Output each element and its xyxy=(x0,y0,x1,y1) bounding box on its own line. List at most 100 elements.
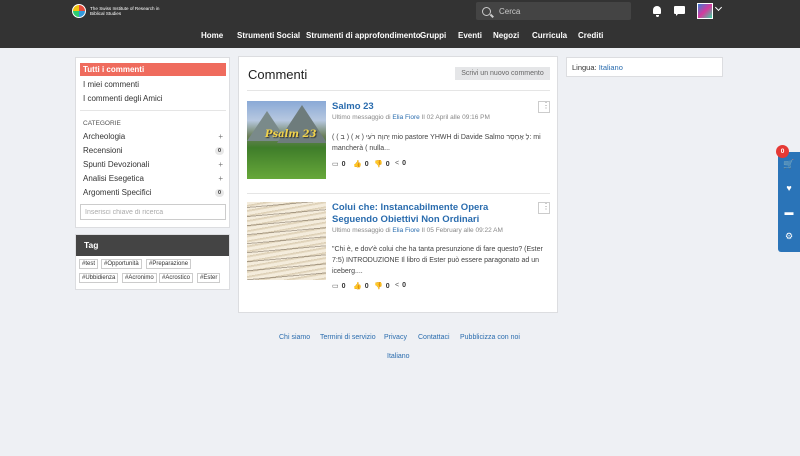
comments-main: Commenti Scrivi un nuovo commento Psalm … xyxy=(238,56,558,313)
category-label: Analisi Esegetica xyxy=(83,174,144,183)
gear-icon[interactable]: ⚙ xyxy=(783,230,795,242)
nav-eventi[interactable]: Eventi xyxy=(458,31,482,40)
dislikes-count: 0 xyxy=(385,160,390,168)
heart-icon[interactable]: ♥ xyxy=(783,182,795,194)
footer-link-contact[interactable]: Contattaci xyxy=(418,334,450,341)
expand-icon[interactable]: + xyxy=(218,160,223,169)
post-thumbnail[interactable] xyxy=(247,202,326,280)
category-argomenti-specifici[interactable]: Argomenti Specifici 0 xyxy=(83,187,225,199)
main-nav: Home Strumenti Social Strumenti di appro… xyxy=(0,27,800,45)
comments-sidebar: Tutti i commenti I miei commenti I comme… xyxy=(75,57,230,228)
cart-icon[interactable]: 🛒 xyxy=(783,158,795,170)
post-author-link[interactable]: Elia Fiore xyxy=(392,227,419,234)
language-label: Lingua: xyxy=(572,63,597,72)
tag-item[interactable]: #Ester xyxy=(197,273,221,283)
chat-icon[interactable] xyxy=(674,5,686,17)
sidebar-item-all-comments[interactable]: Tutti i commenti xyxy=(80,63,226,76)
top-bar: The Swiss Institute of Research in Bibli… xyxy=(0,0,800,48)
expand-icon[interactable]: + xyxy=(218,132,223,141)
search-input[interactable] xyxy=(499,6,619,16)
post-excerpt: "Chi è, e dov'è colui che ha tanta presu… xyxy=(332,246,543,275)
post-author-link[interactable]: Elia Fiore xyxy=(392,114,419,121)
post-stats: ▭ 0 👍 0 👎 0 <0 xyxy=(332,160,452,170)
dislikes-stat[interactable]: 👎 0 xyxy=(374,160,390,169)
comments-stat[interactable]: ▭ 0 xyxy=(332,160,346,169)
category-spunti-devozionali[interactable]: Spunti Devozionali + xyxy=(83,159,225,171)
footer-link-advertise[interactable]: Pubblicizza con noi xyxy=(460,334,520,341)
tag-item[interactable]: #Ubbidienza xyxy=(79,273,119,283)
nav-curricula[interactable]: Curricula xyxy=(532,31,567,40)
nav-negozi[interactable]: Negozi xyxy=(493,31,519,40)
post-excerpt: ( יְהוָה רֹעִי ( א ) ( ב ) mio pastore Y… xyxy=(332,134,541,152)
category-label: Recensioni xyxy=(83,146,123,155)
share-icon: < xyxy=(395,282,400,289)
nav-strumenti-approfondimento[interactable]: Strumenti di approfondimento xyxy=(306,31,421,40)
shares-stat[interactable]: <0 xyxy=(395,282,406,289)
truck-icon[interactable]: ▬ xyxy=(783,206,795,218)
post-date: Il 05 February alle 09:22 AM xyxy=(421,227,503,234)
likes-count: 0 xyxy=(364,160,369,168)
likes-stat[interactable]: 👍 0 xyxy=(353,160,369,169)
thumbs-up-icon: 👍 xyxy=(353,161,362,168)
tag-card: Tag #test #Opportunità #Preparazione #Ub… xyxy=(75,234,230,290)
comments-count: 0 xyxy=(341,282,346,290)
nav-crediti[interactable]: Crediti xyxy=(578,31,603,40)
logo-text: The Swiss Institute of Research in Bibli… xyxy=(90,5,160,17)
likes-stat[interactable]: 👍 0 xyxy=(353,282,369,291)
post-item: Colui che: Instancabilmente Opera Seguen… xyxy=(247,202,551,290)
page-title: Commenti xyxy=(248,67,308,82)
post-title[interactable]: Colui che: Instancabilmente Opera Seguen… xyxy=(332,202,532,226)
post-menu-button[interactable] xyxy=(538,101,550,113)
shares-count: 0 xyxy=(402,160,406,167)
shares-stat[interactable]: <0 xyxy=(395,160,406,167)
footer-link-privacy[interactable]: Privacy xyxy=(384,334,407,341)
count-badge: 0 xyxy=(214,147,224,155)
share-icon: < xyxy=(395,160,400,167)
tag-heading: Tag xyxy=(76,235,229,256)
category-archeologia[interactable]: Archeologia + xyxy=(83,131,225,143)
cart-count-badge: 0 xyxy=(776,145,789,158)
site-logo[interactable]: The Swiss Institute of Research in Bibli… xyxy=(72,4,170,18)
tag-item[interactable]: #test xyxy=(79,259,99,269)
language-card: Lingua: Italiano xyxy=(566,57,723,77)
tag-item[interactable]: #Acrostico xyxy=(159,273,194,283)
sidebar-item-friends-comments[interactable]: I commenti degli Amici xyxy=(83,94,163,103)
sidebar-search-input[interactable] xyxy=(80,204,226,220)
language-value-link[interactable]: Italiano xyxy=(599,63,623,72)
footer-link-about[interactable]: Chi siamo xyxy=(279,334,310,341)
comments-stat[interactable]: ▭ 0 xyxy=(332,282,346,291)
search-box[interactable] xyxy=(476,2,631,20)
chevron-down-icon[interactable] xyxy=(714,3,723,12)
bell-icon[interactable] xyxy=(651,5,663,17)
sidebar-item-my-comments[interactable]: I miei commenti xyxy=(83,80,139,89)
nav-strumenti-social[interactable]: Strumenti Social xyxy=(237,31,300,40)
comment-icon: ▭ xyxy=(332,283,339,290)
nav-gruppi[interactable]: Gruppi xyxy=(420,31,446,40)
post-menu-button[interactable] xyxy=(538,202,550,214)
category-recensioni[interactable]: Recensioni 0 xyxy=(83,145,225,157)
footer-link-terms[interactable]: Termini di servizio xyxy=(320,334,376,341)
post-title[interactable]: Salmo 23 xyxy=(332,101,532,113)
footer-language-link[interactable]: Italiano xyxy=(387,353,410,360)
thumbs-up-icon: 👍 xyxy=(353,283,362,290)
new-comment-button[interactable]: Scrivi un nuovo commento xyxy=(455,67,550,80)
tag-item[interactable]: #Opportunità xyxy=(101,259,142,269)
expand-icon[interactable]: + xyxy=(218,174,223,183)
category-analisi-esegetica[interactable]: Analisi Esegetica + xyxy=(83,173,225,185)
category-label: Argomenti Specifici xyxy=(83,188,152,197)
nav-home[interactable]: Home xyxy=(201,31,223,40)
tag-item[interactable]: #Preparazione xyxy=(146,259,192,269)
logo-icon xyxy=(72,4,86,18)
floating-widget: 🛒 ♥ ▬ ⚙ xyxy=(778,152,800,252)
thumbs-down-icon: 👎 xyxy=(374,283,383,290)
divider xyxy=(247,90,550,91)
comments-count: 0 xyxy=(341,160,346,168)
post-thumbnail[interactable]: Psalm 23 xyxy=(247,101,326,179)
thumbs-down-icon: 👎 xyxy=(374,161,383,168)
dislikes-stat[interactable]: 👎 0 xyxy=(374,282,390,291)
language-selector[interactable]: Lingua: Italiano xyxy=(572,63,623,72)
avatar[interactable] xyxy=(697,3,713,19)
post-meta: Ultimo messaggio di Elia Fiore Il 05 Feb… xyxy=(332,227,503,234)
post-date: Il 02 April alle 09:16 PM xyxy=(421,114,490,121)
tag-item[interactable]: #Acronimo xyxy=(122,273,157,283)
